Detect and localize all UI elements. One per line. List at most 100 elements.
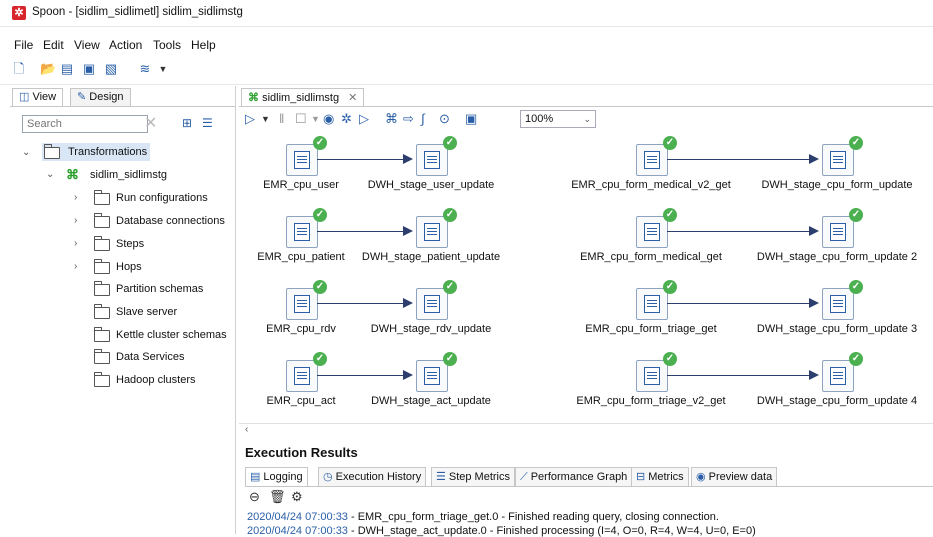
zoom-select[interactable]: 100% ⌄ xyxy=(520,110,596,128)
hop-line[interactable] xyxy=(317,375,407,376)
step-label: EMR_cpu_rdv xyxy=(266,323,336,335)
horizontal-scrollbar[interactable]: ‹ xyxy=(239,423,933,438)
log-timestamp: 2020/04/24 07:00:33 xyxy=(247,511,348,523)
search-input[interactable] xyxy=(22,115,148,133)
table-input-icon xyxy=(644,295,660,313)
run-dropdown-icon[interactable]: ▼ xyxy=(261,111,270,127)
menu-file[interactable]: File xyxy=(14,38,33,52)
stop-dropdown-icon[interactable]: ▼ xyxy=(311,111,320,127)
chevron-right-icon[interactable]: › xyxy=(74,192,77,203)
scroll-left-icon[interactable]: ‹ xyxy=(245,424,248,435)
hop-arrow-icon xyxy=(809,298,819,308)
close-icon[interactable]: ✕ xyxy=(348,92,357,104)
tab-view[interactable]: ◫ View xyxy=(12,88,64,106)
explore-repository-icon[interactable]: ▤ xyxy=(60,62,74,76)
new-file-icon[interactable]: 🗋 xyxy=(12,62,26,76)
tree-item-label: Steps xyxy=(116,238,145,250)
step-table-input[interactable] xyxy=(286,360,318,392)
save-as-icon[interactable]: ▧ xyxy=(104,62,118,76)
step-table-input[interactable] xyxy=(636,216,668,248)
step-table-input[interactable] xyxy=(286,144,318,176)
trash-icon[interactable]: 🗑 xyxy=(269,489,286,505)
chevron-right-icon[interactable]: › xyxy=(74,238,77,249)
left-panel: ◫ View ✎ Design ✕ ⊞ ☰ Transformations ⌄ … xyxy=(10,86,236,534)
zoom-value: 100% xyxy=(525,113,554,125)
menu-tools[interactable]: Tools xyxy=(153,38,181,52)
hop-line[interactable] xyxy=(317,303,407,304)
tab-step-metrics[interactable]: ☰ Step Metrics xyxy=(431,467,516,486)
verify-icon[interactable]: ⌘ xyxy=(385,111,398,127)
tab-design[interactable]: ✎ Design xyxy=(70,88,131,106)
transformation-canvas[interactable]: ✓ EMR_cpu_user ✓ DWH_stage_user_update ✓… xyxy=(239,130,933,423)
menu-view[interactable]: View xyxy=(74,38,100,52)
tab-transformation[interactable]: ⌘ sidlim_sidlimstg ✕ xyxy=(241,88,365,107)
save-icon[interactable]: ▣ xyxy=(82,62,96,76)
step-table-input[interactable] xyxy=(286,216,318,248)
step-update[interactable] xyxy=(416,288,448,320)
step-update[interactable] xyxy=(822,288,854,320)
step-label: EMR_cpu_form_triage_get xyxy=(585,323,717,335)
step-update[interactable] xyxy=(822,360,854,392)
menu-help[interactable]: Help xyxy=(191,38,216,52)
tree-transformation-label: sidlim_sidlimstg xyxy=(90,169,168,181)
tab-logging[interactable]: ▤ Logging xyxy=(245,467,308,486)
clear-search-icon[interactable]: ✕ xyxy=(144,113,157,133)
hop-arrow-icon xyxy=(403,298,413,308)
step-label: EMR_cpu_user xyxy=(263,179,339,191)
pause-icon[interactable]: ‖ xyxy=(279,111,284,127)
chevron-right-icon[interactable]: › xyxy=(74,215,77,226)
sql-icon[interactable]: ∫ xyxy=(421,111,425,127)
hop-line[interactable] xyxy=(317,231,407,232)
step-update[interactable] xyxy=(822,216,854,248)
step-update[interactable] xyxy=(822,144,854,176)
spoon-icon: ✲ xyxy=(12,6,26,20)
tree-item-label: Partition schemas xyxy=(116,283,204,295)
expand-all-icon[interactable]: ☰ xyxy=(202,116,213,130)
step-update[interactable] xyxy=(416,360,448,392)
log-timestamp: 2020/04/24 07:00:33 xyxy=(247,525,348,537)
success-check-icon: ✓ xyxy=(443,352,457,366)
hop-arrow-icon xyxy=(809,226,819,236)
step-table-input[interactable] xyxy=(286,288,318,320)
stop-icon[interactable]: ☐ xyxy=(295,111,307,127)
show-results-icon[interactable]: ▣ xyxy=(465,111,477,127)
run-icon[interactable]: ▷ xyxy=(245,111,255,127)
tab-preview-data[interactable]: ◉ Preview data xyxy=(691,467,778,486)
hop-line[interactable] xyxy=(667,375,813,376)
replay-icon[interactable]: ▷ xyxy=(359,111,369,127)
gear-icon[interactable]: ⚙ xyxy=(291,489,303,505)
step-update[interactable] xyxy=(416,216,448,248)
step-label: EMR_cpu_patient xyxy=(257,251,345,263)
hop-line[interactable] xyxy=(667,303,813,304)
tree-root-label: Transformations xyxy=(68,146,148,158)
step-table-input[interactable] xyxy=(636,360,668,392)
hop-line[interactable] xyxy=(317,159,407,160)
menu-action[interactable]: Action xyxy=(109,38,142,52)
layers-icon[interactable]: ≋ xyxy=(138,62,152,76)
step-update[interactable] xyxy=(416,144,448,176)
success-check-icon: ✓ xyxy=(849,352,863,366)
chevron-down-icon[interactable]: ⌄ xyxy=(46,169,54,180)
tab-design-label: Design xyxy=(89,91,124,103)
stop-log-icon[interactable]: ⊖ xyxy=(249,489,260,505)
step-table-input[interactable] xyxy=(636,144,668,176)
open-icon[interactable]: 📂 xyxy=(40,62,56,76)
step-label: DWH_stage_act_update xyxy=(371,395,491,407)
chevron-right-icon[interactable]: › xyxy=(74,261,77,272)
collapse-all-icon[interactable]: ⊞ xyxy=(182,116,192,130)
tab-execution-history[interactable]: ◷ Execution History xyxy=(318,467,427,486)
step-table-input[interactable] xyxy=(636,288,668,320)
tab-performance-graph[interactable]: ⟋ Performance Graph xyxy=(515,467,633,486)
debug-icon[interactable]: ✲ xyxy=(341,111,352,127)
menu-edit[interactable]: Edit xyxy=(43,38,64,52)
tree-transformations[interactable]: Transformations xyxy=(42,143,150,161)
preview-icon[interactable]: ◉ xyxy=(323,111,334,127)
chevron-down-icon[interactable]: ⌄ xyxy=(22,147,30,158)
hop-line[interactable] xyxy=(667,231,813,232)
tab-metrics[interactable]: ⊟ Metrics xyxy=(631,467,689,486)
hop-line[interactable] xyxy=(667,159,813,160)
logging-icon: ▤ xyxy=(250,471,261,483)
impact-icon[interactable]: ⇨ xyxy=(403,111,414,127)
layers-dropdown-icon[interactable]: ▼ xyxy=(156,62,170,76)
explore-db-icon[interactable]: ⊙ xyxy=(439,111,450,127)
